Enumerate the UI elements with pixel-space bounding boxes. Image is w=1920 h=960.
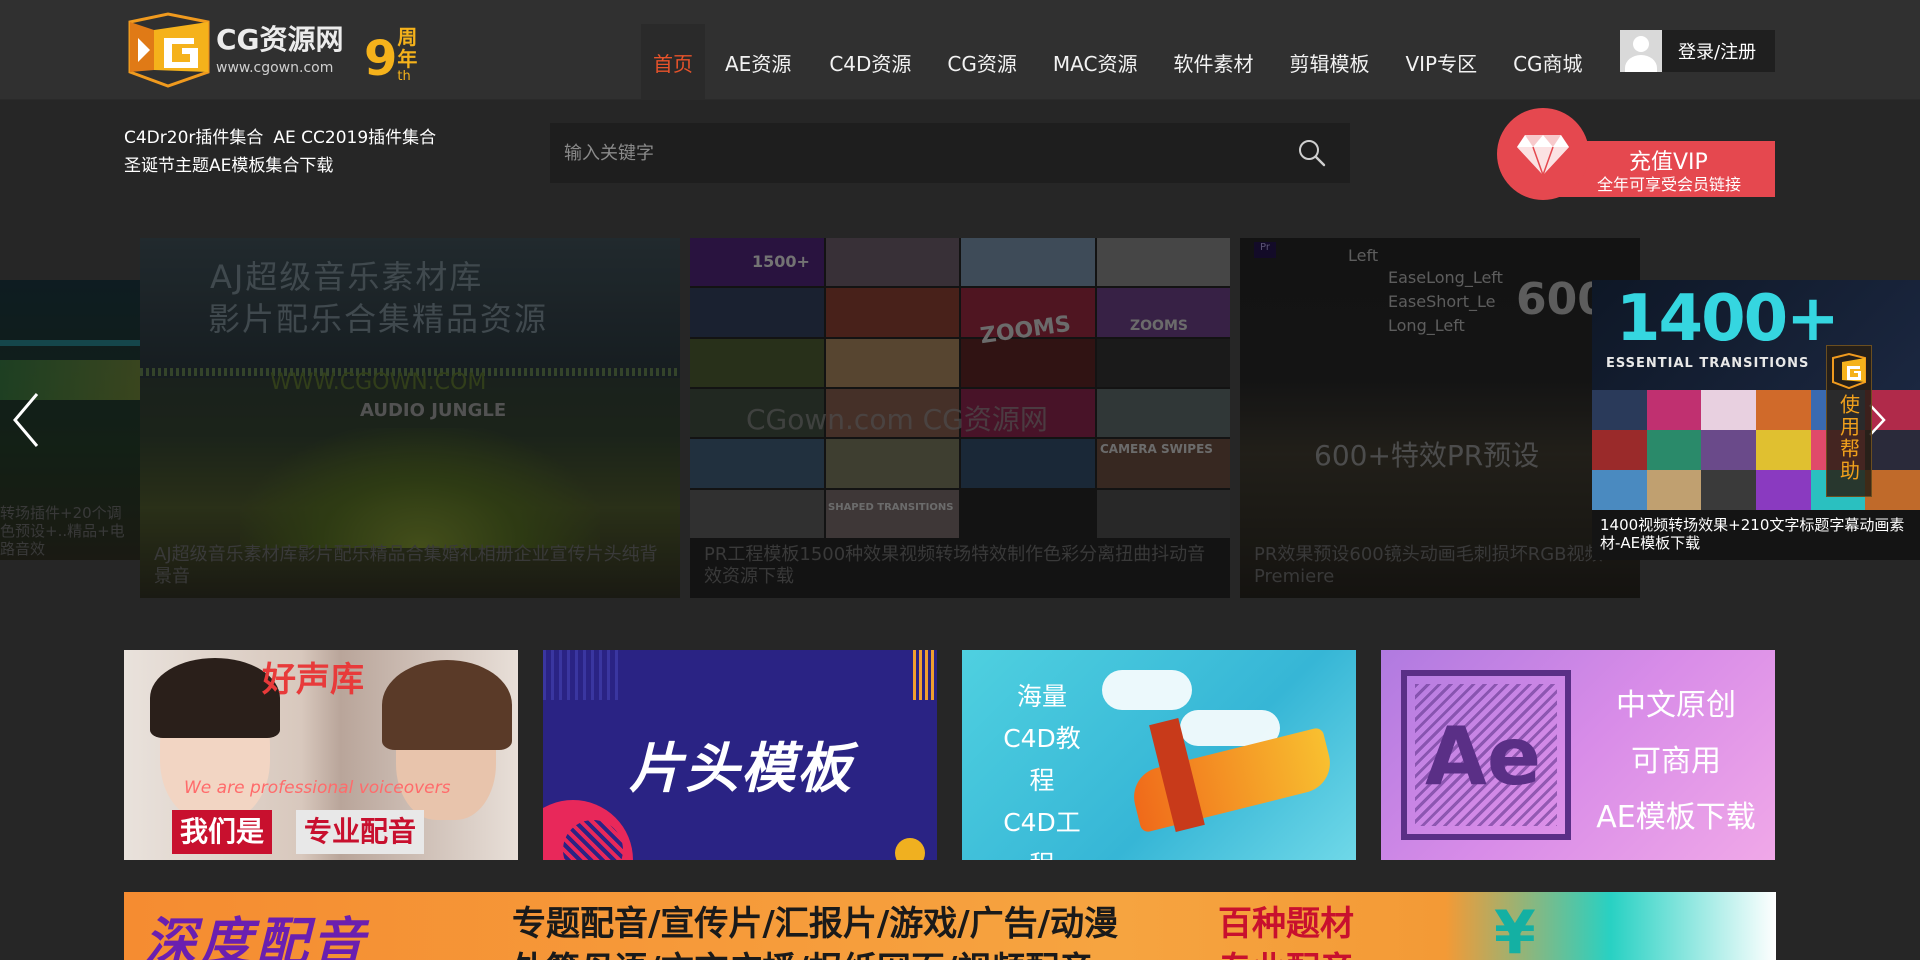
slide-caption: PR效果预设600镜头动画毛刺损坏RGB视频Premiere bbox=[1254, 544, 1603, 587]
slide-tag: SHAPED TRANSITIONS bbox=[828, 502, 954, 513]
slide-caption: AJ超级音乐素材库影片配乐精品合集婚礼相册企业宣传片头纯背景音 bbox=[154, 544, 658, 587]
banner-line: 海量 bbox=[1016, 682, 1067, 711]
nav-item-vip[interactable]: VIP专区 bbox=[1387, 24, 1495, 100]
banner-title: 片头模板 bbox=[629, 737, 853, 800]
carousel-slide[interactable]: Pr Left EaseLong_Left EaseShort_Le Long_… bbox=[1240, 238, 1640, 598]
banner-line: 外籍母语/方言广播/报纸网页/视频配音 bbox=[512, 942, 1093, 960]
banner-line: 专题配音/宣传片/汇报片/游戏/广告/动漫 bbox=[512, 904, 1119, 944]
banner-intro-templates[interactable]: 片头模板 bbox=[543, 650, 937, 860]
slide-menu-item: EaseShort_Le bbox=[1388, 292, 1496, 311]
logo-url: www.cgown.com bbox=[216, 60, 334, 76]
anniversary-number: 9 bbox=[364, 31, 398, 87]
slide-caption: 转场插件+20个调色预设+..精品+电路音效 bbox=[0, 504, 125, 558]
banner-line: 可商用 bbox=[1631, 744, 1721, 779]
nav-item-shop[interactable]: CG商城 bbox=[1495, 24, 1600, 100]
search-bar bbox=[550, 123, 1350, 183]
cg-logo-icon bbox=[1832, 352, 1866, 390]
slide-caption: 1400视频转场效果+210文字标题字幕动画素材-AE模板下载 bbox=[1600, 516, 1905, 552]
login-button[interactable]: 登录/注册 bbox=[1620, 30, 1775, 72]
search-input[interactable] bbox=[550, 123, 1274, 183]
slide-brand: AUDIO JUNGLE bbox=[360, 400, 507, 421]
diamond-icon bbox=[1497, 108, 1589, 200]
help-sidebar-button[interactable]: 使用帮助 bbox=[1826, 345, 1872, 497]
slide-tag: ZOOMS bbox=[1130, 318, 1188, 334]
hotlink-christmas[interactable]: 圣诞节主题AE模板集合下载 bbox=[124, 156, 333, 176]
banner-dubbing[interactable]: 深度配音 专题配音/宣传片/汇报片/游戏/广告/动漫 外籍母语/方言广播/报纸网… bbox=[124, 892, 1776, 960]
hero-carousel: 转场插件+20个调色预设+..精品+电路音效 AJ超级音乐素材库 影片配乐合集精… bbox=[0, 238, 1920, 608]
nav-item-c4d[interactable]: C4D资源 bbox=[811, 24, 929, 100]
search-button[interactable] bbox=[1274, 123, 1350, 183]
search-icon bbox=[1299, 140, 1326, 167]
banner-title: 好声库 bbox=[262, 660, 364, 700]
slide-big-number: 1400+ bbox=[1616, 282, 1840, 356]
site-logo[interactable]: CG资源网 www.cgown.com 9 周年 th bbox=[124, 12, 424, 88]
top-nav-bar: CG资源网 www.cgown.com 9 周年 th 首页 AE资源 C4D资… bbox=[0, 0, 1920, 100]
slide-badge: 1500+ bbox=[752, 252, 810, 271]
slide-overlay-subtitle: 影片配乐合集精品资源 bbox=[208, 300, 549, 338]
logo-title: CG资源网 bbox=[216, 23, 344, 56]
nav-item-home[interactable]: 首页 bbox=[641, 24, 705, 100]
slide-subtitle: ESSENTIAL TRANSITIONS bbox=[1606, 356, 1810, 371]
vip-recharge-button[interactable]: 充值VIP 全年可享受会员链接 bbox=[1497, 108, 1775, 200]
ae-logo-icon: Ae bbox=[1425, 710, 1542, 803]
banner-line: AE模板下载 bbox=[1596, 800, 1756, 835]
slide-watermark: CGown.com CG资源网 bbox=[746, 403, 1048, 436]
slide-caption: PR工程模板1500种效果视频转场特效制作色彩分离扭曲抖动音效资源下载 bbox=[704, 544, 1206, 587]
slide-overlay-title: AJ超级音乐素材库 bbox=[210, 258, 484, 296]
banner-ae-templates[interactable]: Ae 中文原创 可商用 AE模板下载 bbox=[1381, 650, 1775, 860]
avatar-icon bbox=[1620, 30, 1662, 72]
banner-badge: 百种题材 bbox=[1218, 904, 1354, 944]
nav-item-templates[interactable]: 剪辑模板 bbox=[1271, 24, 1387, 100]
banner-c4d[interactable]: 海量 C4D教程 C4D工程 下载 bbox=[962, 650, 1356, 860]
banner-voice[interactable]: 好声库 We are professional voiceovers 我们是 专… bbox=[124, 650, 518, 860]
carousel-slide[interactable]: 1500+ ZOOMS ZOOMS CAMERA SWIPES SHAPED T… bbox=[690, 238, 1230, 598]
login-label: 登录/注册 bbox=[1678, 42, 1757, 63]
nav-item-mac[interactable]: MAC资源 bbox=[1035, 24, 1156, 100]
nav-item-cg[interactable]: CG资源 bbox=[929, 24, 1034, 100]
slide-overlay-url: WWW.CGOWN.COM bbox=[270, 370, 487, 395]
hot-links: C4Dr20r插件集合 AE CC2019插件集合 圣诞节主题AE模板集合下载 bbox=[124, 124, 464, 180]
nav-item-ae[interactable]: AE资源 bbox=[705, 24, 811, 100]
slide-tag: ZOOMS bbox=[978, 311, 1073, 350]
slide-menu-item: Long_Left bbox=[1388, 316, 1465, 335]
main-nav: 首页 AE资源 C4D资源 CG资源 MAC资源 软件素材 剪辑模板 VIP专区… bbox=[641, 24, 1601, 100]
banner-line: C4D工程 bbox=[1003, 808, 1081, 860]
slide-menu-item: EaseLong_Left bbox=[1388, 268, 1503, 287]
banner-line: We are professional voiceovers bbox=[184, 778, 451, 798]
vip-subtitle: 全年可享受会员链接 bbox=[1597, 175, 1742, 194]
banner-title: 深度配音 bbox=[144, 913, 369, 960]
nav-item-software[interactable]: 软件素材 bbox=[1155, 24, 1271, 100]
hotlink-c4d-plugins[interactable]: C4Dr20r插件集合 bbox=[124, 128, 263, 148]
cg-logo-icon bbox=[124, 12, 212, 88]
yen-icon: ¥ bbox=[1494, 898, 1536, 960]
help-label: 使用帮助 bbox=[1836, 394, 1861, 482]
slide-menu-item: Left bbox=[1348, 246, 1379, 265]
anniversary-badge: 9 周年 th bbox=[364, 26, 421, 83]
carousel-slide[interactable]: AJ超级音乐素材库 影片配乐合集精品资源 WWW.CGOWN.COM AUDIO… bbox=[140, 238, 680, 598]
banner-line: 我们是 bbox=[172, 810, 273, 854]
slide-tag: CAMERA SWIPES bbox=[1100, 442, 1213, 456]
banner-line: 专业配音 bbox=[296, 810, 425, 854]
hotlink-ae-plugins[interactable]: AE CC2019插件集合 bbox=[273, 128, 436, 148]
banner-line: C4D教程 bbox=[1003, 724, 1081, 795]
anniversary-suffix: th bbox=[397, 69, 411, 84]
carousel-prev-button[interactable] bbox=[6, 390, 46, 450]
banner-badge: 专业配音 bbox=[1218, 942, 1354, 960]
slide-overlay-title: 600+特效PR预设 bbox=[1314, 439, 1540, 472]
banner-line: 中文原创 bbox=[1616, 688, 1736, 723]
anniversary-word: 周年 bbox=[397, 25, 418, 71]
chevron-left-icon bbox=[13, 393, 39, 447]
